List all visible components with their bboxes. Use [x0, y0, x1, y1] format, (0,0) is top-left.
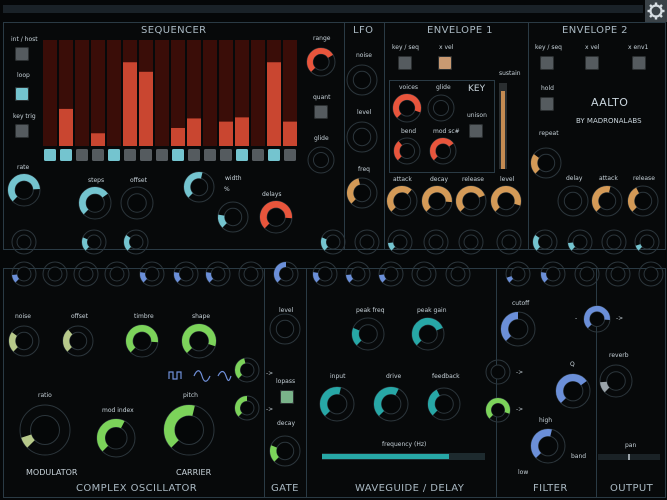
delays-knob-2[interactable]	[259, 200, 293, 234]
osc-mod-knob-2[interactable]	[234, 395, 260, 421]
knob-layer	[7, 47, 664, 467]
mod-row1-knob[interactable]	[320, 229, 346, 255]
mod-row1-knob[interactable]	[496, 229, 522, 255]
mod-sc-knob[interactable]	[429, 137, 457, 165]
mod-row2-knob[interactable]	[173, 261, 199, 287]
mod-row1-knob[interactable]	[354, 229, 380, 255]
mod-row2-knob[interactable]	[505, 261, 531, 287]
shape-knob[interactable]	[181, 323, 217, 359]
mod-row2-knob[interactable]	[345, 261, 371, 287]
env1-decay-knob[interactable]	[421, 185, 453, 217]
offset-knob[interactable]	[120, 186, 154, 220]
mod-row2-knob[interactable]	[540, 261, 566, 287]
seq-glide-knob[interactable]	[307, 146, 335, 174]
peak-gain-knob[interactable]	[411, 317, 445, 351]
env1-release-knob[interactable]	[455, 185, 487, 217]
osc-mod-knob-1[interactable]	[234, 357, 260, 383]
lfo-noise-knob[interactable]	[346, 64, 378, 96]
mod-row1-knob[interactable]	[532, 229, 558, 255]
mod-row2-knob[interactable]	[445, 261, 471, 287]
reverb-knob[interactable]	[599, 364, 633, 398]
mod-row2-knob[interactable]	[638, 261, 664, 287]
mod-row1-knob[interactable]	[567, 229, 593, 255]
mod-row2-knob[interactable]	[238, 261, 264, 287]
drive-knob[interactable]	[373, 386, 409, 422]
mod-row2-knob[interactable]	[205, 261, 231, 287]
steps-knob[interactable]	[78, 186, 112, 220]
mod-row2-knob[interactable]	[378, 261, 404, 287]
mod-row2-knob[interactable]	[42, 261, 68, 287]
feedback-knob[interactable]	[427, 387, 461, 421]
gate-level-knob[interactable]	[269, 313, 301, 345]
env2-attack-knob[interactable]	[591, 185, 623, 217]
mod-row1-knob[interactable]	[634, 229, 660, 255]
voices-knob[interactable]	[392, 93, 422, 123]
mod-row2-knob[interactable]	[273, 261, 299, 287]
wg-out-knob-2[interactable]	[485, 397, 511, 423]
mod-row2-knob[interactable]	[411, 261, 437, 287]
mod-row1-knob[interactable]	[123, 229, 149, 255]
gate-decay-knob[interactable]	[269, 435, 301, 467]
osc-noise-knob[interactable]	[8, 325, 40, 357]
cutoff-knob[interactable]	[500, 311, 536, 347]
mod-row1-knob[interactable]	[423, 229, 449, 255]
mod-row2-knob[interactable]	[104, 261, 130, 287]
rate-knob[interactable]	[7, 173, 41, 207]
lfo-freq-knob[interactable]	[346, 177, 378, 209]
env2-delay-knob[interactable]	[557, 185, 589, 217]
mod-row1-knob[interactable]	[81, 229, 107, 255]
lfo-level-knob[interactable]	[346, 121, 378, 153]
mod-row2-knob[interactable]	[605, 261, 631, 287]
delays-knob-1[interactable]	[217, 201, 249, 233]
range-knob[interactable]	[306, 47, 336, 77]
high-knob[interactable]	[530, 428, 566, 464]
ratio-knob[interactable]	[19, 404, 71, 456]
mod-row2-knob[interactable]	[312, 261, 338, 287]
timbre-knob[interactable]	[125, 324, 159, 358]
mod-row1-knob[interactable]	[387, 229, 413, 255]
env1-attack-knob[interactable]	[386, 185, 418, 217]
mod-row1-knob[interactable]	[601, 229, 627, 255]
osc-offset-knob[interactable]	[62, 325, 94, 357]
env1-level-knob[interactable]	[490, 185, 522, 217]
mod-row1-knob[interactable]	[11, 229, 37, 255]
mod-row2-knob[interactable]	[73, 261, 99, 287]
mod-row2-knob[interactable]	[11, 261, 37, 287]
env2-release-knob[interactable]	[627, 185, 659, 217]
peak-freq-knob[interactable]	[351, 317, 385, 351]
width-knob[interactable]	[183, 171, 215, 203]
key-glide-knob[interactable]	[427, 94, 455, 122]
q-knob[interactable]	[555, 373, 591, 409]
filter-out-knob[interactable]	[583, 305, 611, 333]
input-knob[interactable]	[319, 386, 355, 422]
mod-index-knob[interactable]	[96, 418, 136, 458]
mod-row2-knob[interactable]	[574, 261, 600, 287]
mod-row1-knob[interactable]	[458, 229, 484, 255]
bend-knob[interactable]	[393, 137, 421, 165]
pitch-knob[interactable]	[163, 404, 215, 456]
mod-row2-knob[interactable]	[139, 261, 165, 287]
repeat-knob[interactable]	[530, 147, 562, 179]
wg-out-knob-1[interactable]	[485, 359, 511, 385]
